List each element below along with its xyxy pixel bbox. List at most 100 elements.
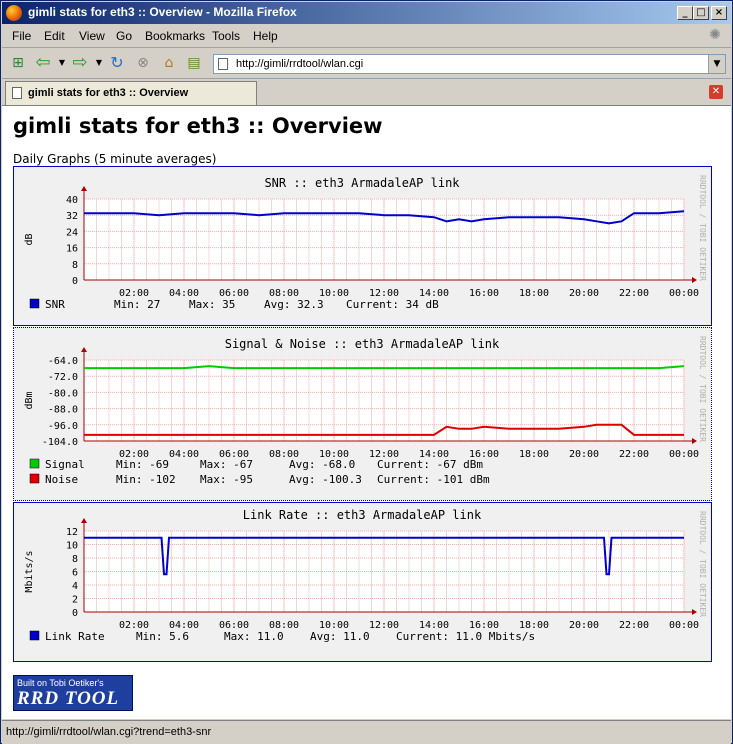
status-bar: http://gimli/rrdtool/wlan.cgi?trend=eth3… <box>2 720 731 744</box>
menu-file[interactable]: File <box>12 29 31 43</box>
stop-button[interactable]: ⊗ <box>135 55 151 71</box>
y-tick-label: 8 <box>72 554 78 565</box>
y-tick-label: 32 <box>66 211 78 222</box>
print-icon[interactable]: ▤ <box>186 55 202 71</box>
back-button[interactable]: ⇦ <box>35 54 51 72</box>
forward-button[interactable]: ⇨ <box>72 54 88 72</box>
y-tick-label: 8 <box>72 260 78 271</box>
back-dropdown-icon[interactable]: ▼ <box>54 55 70 71</box>
y-tick-label: 24 <box>66 227 78 238</box>
minimize-button[interactable]: _ <box>677 6 693 20</box>
legend-avg: Avg: -68.0 <box>289 458 355 471</box>
forward-dropdown-icon[interactable]: ▼ <box>91 55 107 71</box>
snr-graph[interactable]: 02:00 04:00 06:00 08:00 10:00 12:00 14:00 16:00… <box>13 166 712 326</box>
menu-tools[interactable]: Tools <box>212 29 240 43</box>
menu-edit[interactable]: Edit <box>44 29 65 43</box>
tab-page-icon <box>12 87 22 99</box>
legend-max: Max: -95 <box>200 473 253 486</box>
legend-swatch <box>29 630 40 641</box>
address-bar[interactable]: ▼ <box>213 54 726 74</box>
x-tick-label: 18:00 <box>519 449 549 460</box>
y-tick-label: -88.0 <box>48 405 78 416</box>
chart-title: SNR :: eth3 ArmadaleAP link <box>264 176 460 190</box>
legend-name: Noise <box>45 473 78 486</box>
legend-min: Min: 5.6 <box>136 630 189 643</box>
y-tick-label: -96.0 <box>48 421 78 432</box>
throbber-icon: ✺ <box>709 27 721 43</box>
page-subtitle: Daily Graphs (5 minute averages) <box>13 152 217 166</box>
page-content: gimli stats for eth3 :: Overview Daily G… <box>2 106 731 719</box>
legend-min: Min: -69 <box>116 458 169 471</box>
legend-max: Max: -67 <box>200 458 253 471</box>
y-tick-label: 0 <box>72 276 78 287</box>
y-tick-label: 16 <box>66 244 78 255</box>
legend-swatch <box>29 298 40 309</box>
y-tick-label: -80.0 <box>48 388 78 399</box>
watermark: RRDTOOL / TOBI OETIKER <box>698 511 707 617</box>
url-dropdown-icon[interactable]: ▼ <box>708 55 725 73</box>
menu-bar: File Edit View Go Bookmarks Tools Help ✺ <box>2 25 731 48</box>
legend-current: Current: -101 dBm <box>377 473 490 486</box>
legend-name: SNR <box>45 298 65 311</box>
navigation-toolbar: ⊞ ⇦ ▼ ⇨ ▼ ↻ ⊗ ⌂ ▤ ▼ <box>2 48 731 79</box>
menu-help[interactable]: Help <box>253 29 278 43</box>
reload-button[interactable]: ↻ <box>109 55 125 71</box>
link-rate-graph[interactable]: 02:00 04:00 06:00 08:00 10:00 12:00 14:00 16:00… <box>13 502 712 662</box>
status-text: http://gimli/rrdtool/wlan.cgi?trend=eth3… <box>6 726 212 738</box>
x-tick-label: 00:00 <box>669 620 699 631</box>
close-button[interactable]: × <box>711 6 727 20</box>
legend-min: Min: 27 <box>114 298 160 311</box>
x-axis-arrow <box>692 277 697 283</box>
maximize-button[interactable]: □ <box>693 6 709 20</box>
legend-swatch <box>29 458 40 469</box>
legend-current: Current: -67 dBm <box>377 458 483 471</box>
chart-title: Signal & Noise :: eth3 ArmadaleAP link <box>225 337 500 351</box>
browser-window: gimli stats for eth3 :: Overview - Mozil… <box>0 0 733 744</box>
x-tick-label: 22:00 <box>619 620 649 631</box>
watermark: RRDTOOL / TOBI OETIKER <box>698 336 707 442</box>
y-tick-label: -104.0 <box>42 437 78 448</box>
rrdtool-badge[interactable]: Built on Tobi Oetiker's RRD TOOL <box>13 675 133 711</box>
tab-bar: gimli stats for eth3 :: Overview ✕ <box>2 79 731 106</box>
snr-chart: 02:00 04:00 06:00 08:00 10:00 12:00 14:00 16:00… <box>24 175 707 311</box>
title-bar: gimli stats for eth3 :: Overview - Mozil… <box>2 2 731 24</box>
close-tab-icon[interactable]: ✕ <box>709 85 723 99</box>
y-tick-label: -64.0 <box>48 356 78 367</box>
chart-title: Link Rate :: eth3 ArmadaleAP link <box>243 508 482 522</box>
y-tick-label: 2 <box>72 595 78 606</box>
x-tick-label: 00:00 <box>669 288 699 299</box>
x-tick-label: 18:00 <box>519 288 549 299</box>
y-axis-label: Mbits/s <box>24 550 35 592</box>
window-title: gimli stats for eth3 :: Overview - Mozil… <box>28 5 297 19</box>
x-tick-label: 20:00 <box>569 288 599 299</box>
home-button[interactable]: ⌂ <box>161 55 177 71</box>
legend-min: Min: -102 <box>116 473 176 486</box>
menu-go[interactable]: Go <box>116 29 132 43</box>
y-axis-label: dBm <box>24 391 35 409</box>
y-tick-label: 6 <box>72 568 78 579</box>
y-axis-arrow <box>81 518 87 523</box>
url-input[interactable] <box>236 56 696 72</box>
legend-name: Link Rate <box>45 630 105 643</box>
legend-avg: Avg: -100.3 <box>289 473 362 486</box>
x-tick-label: 04:00 <box>169 449 199 460</box>
badge-line2: RRD TOOL <box>17 688 120 709</box>
x-tick-label: 20:00 <box>569 620 599 631</box>
legend-name: Signal <box>45 458 85 471</box>
menu-bookmarks[interactable]: Bookmarks <box>145 29 205 43</box>
legend-current: Current: 11.0 Mbits/s <box>396 630 535 643</box>
menu-view[interactable]: View <box>79 29 105 43</box>
link-rate-chart: 02:00 04:00 06:00 08:00 10:00 12:00 14:00 16:00… <box>24 508 707 643</box>
new-tab-icon[interactable]: ⊞ <box>10 55 26 71</box>
watermark: RRDTOOL / TOBI OETIKER <box>698 175 707 281</box>
tab-overview[interactable]: gimli stats for eth3 :: Overview <box>5 81 257 105</box>
signal-noise-chart: 02:00 04:00 06:00 08:00 10:00 12:00 14:00 16:00… <box>24 336 707 486</box>
legend-max: Max: 35 <box>189 298 235 311</box>
x-tick-label: 20:00 <box>569 449 599 460</box>
y-tick-label: 10 <box>66 541 78 552</box>
tab-label: gimli stats for eth3 :: Overview <box>28 87 189 99</box>
legend-swatch <box>29 473 40 484</box>
signal-noise-graph[interactable]: 02:00 04:00 06:00 08:00 10:00 12:00 14:00 16:00… <box>13 327 712 501</box>
x-tick-label: 00:00 <box>669 449 699 460</box>
y-tick-label: 4 <box>72 581 78 592</box>
